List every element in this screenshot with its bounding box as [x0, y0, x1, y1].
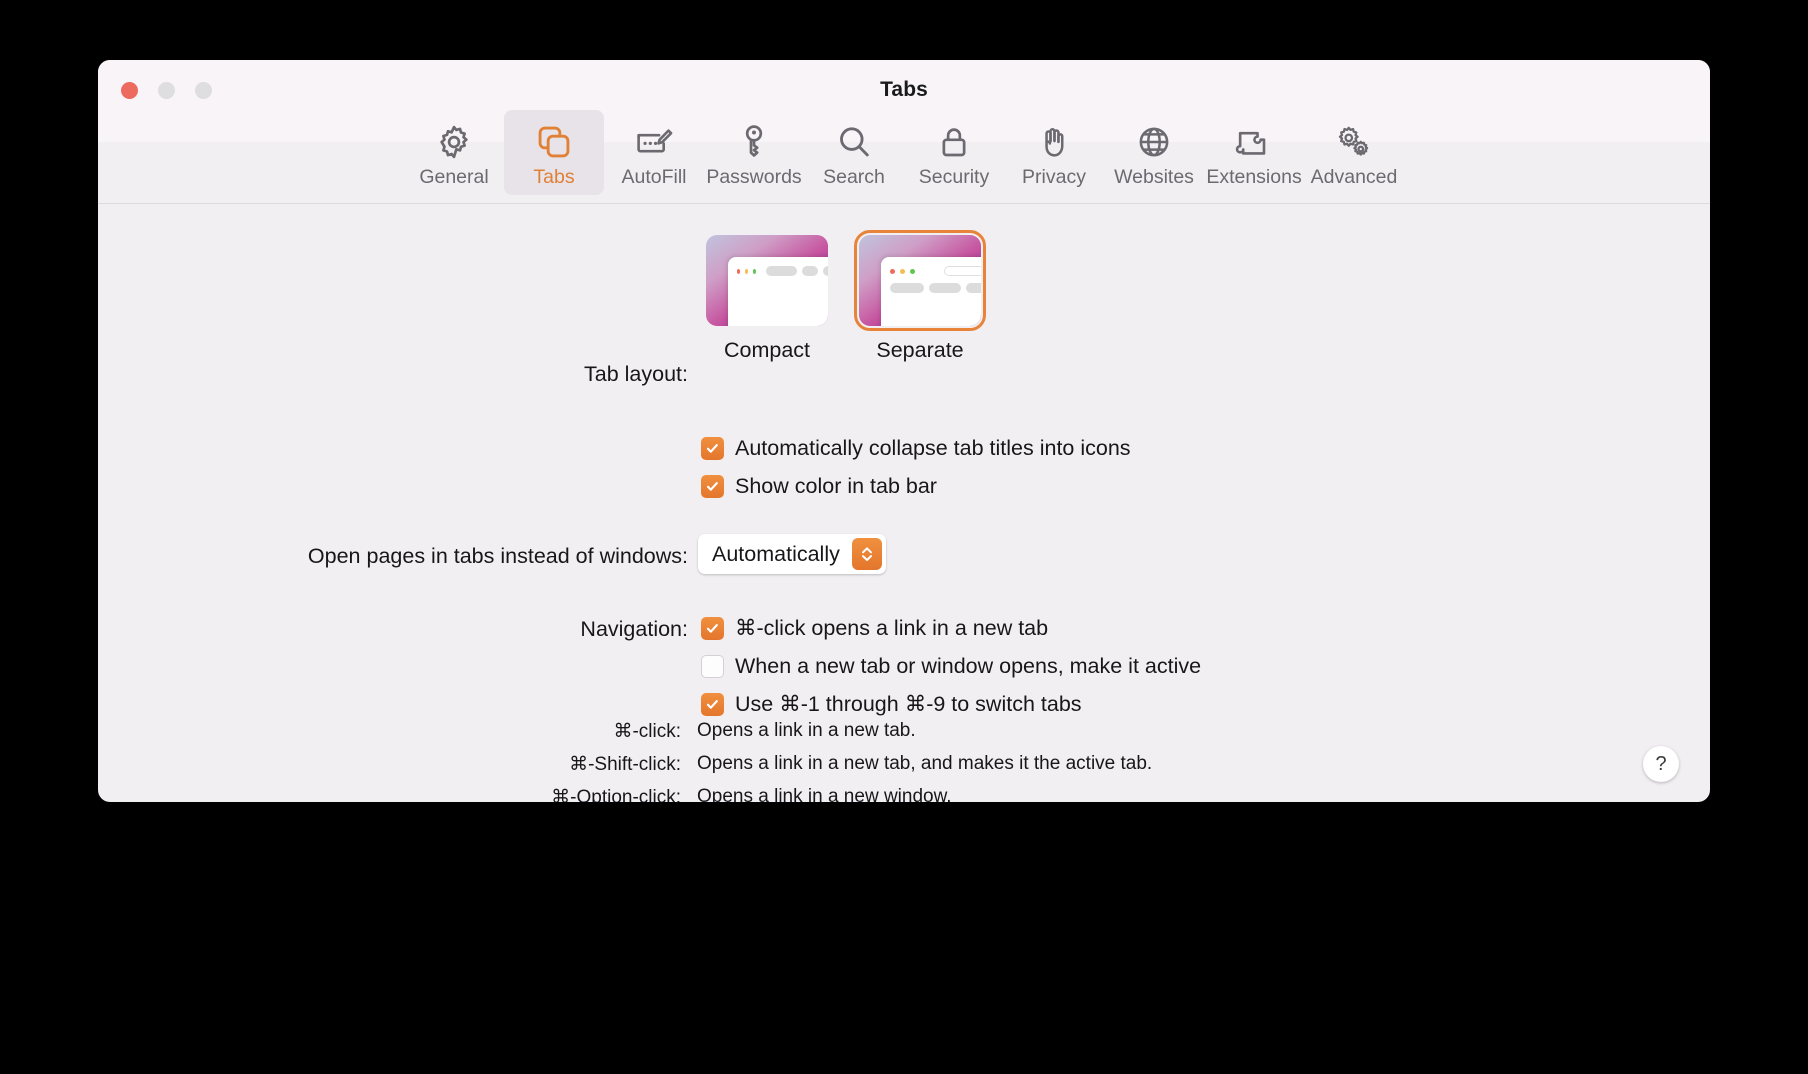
compact-preview-row: [737, 266, 828, 276]
page-title: Tabs: [880, 78, 928, 101]
search-icon: [835, 120, 873, 164]
open-pages-value: Automatically: [712, 541, 840, 566]
tab-extensions[interactable]: Extensions: [1204, 110, 1304, 195]
separate-preview[interactable]: [854, 230, 986, 331]
preview-minimize-dot: [745, 268, 749, 274]
shortcut-key: ⌘-Shift-click:: [569, 754, 681, 775]
tab-privacy[interactable]: Privacy: [1004, 110, 1104, 195]
lock-icon: [935, 120, 973, 164]
tab-layout-label: Tab layout:: [584, 362, 688, 386]
tab-security-label: Security: [918, 166, 990, 188]
separate-label: Separate: [876, 338, 964, 362]
compact-label: Compact: [723, 338, 811, 362]
preferences-window: Tabs General Tabs AutoFill Passwords Sea…: [98, 60, 1710, 802]
tab-extensions-label: Extensions: [1206, 166, 1302, 188]
help-button[interactable]: ?: [1643, 746, 1679, 782]
preview-tab-pill: [890, 283, 925, 293]
checkbox-box[interactable]: [701, 693, 724, 716]
preview-tab-pill: [766, 266, 798, 276]
tab-websites[interactable]: Websites: [1104, 110, 1204, 195]
open-pages-select[interactable]: Automatically: [698, 534, 886, 574]
preview-minimize-dot: [900, 268, 905, 274]
preview-zoom-dot: [910, 268, 915, 274]
key-icon: [735, 120, 773, 164]
preview-zoom-dot: [753, 268, 757, 274]
compact-preview-window: [728, 257, 828, 326]
separate-preview-window: [881, 257, 981, 326]
puzzle-icon: [1234, 120, 1274, 164]
checkbox-box[interactable]: [701, 475, 724, 498]
preferences-content: Tab layout: Compact Separate Automatical…: [98, 204, 1710, 802]
chevron-updown-icon[interactable]: [851, 538, 882, 570]
preview-tab-pill: [965, 283, 981, 293]
shortcut-description: Opens a link in a new window.: [697, 786, 952, 802]
checkbox-collapse-tab-titles[interactable]: Automatically collapse tab titles into i…: [701, 436, 1131, 461]
separate-preview-tab-row: [890, 283, 981, 293]
gear-icon: [435, 120, 473, 164]
gears-icon: [1334, 120, 1374, 164]
checkbox-cmd-number-switch-tabs[interactable]: Use ⌘-1 through ⌘-9 to switch tabs: [701, 692, 1082, 717]
tab-autofill-label: AutoFill: [621, 166, 687, 188]
tab-security[interactable]: Security: [904, 110, 1004, 195]
shortcut-reference-list: ⌘-click: Opens a link in a new tab. ⌘-Sh…: [398, 720, 1224, 802]
shortcut-row: ⌘-Option-click: Opens a link in a new wi…: [398, 786, 1224, 802]
preview-tab-pill: [802, 266, 818, 276]
checkbox-box[interactable]: [701, 437, 724, 460]
checkbox-show-color-in-tab-bar-label: Show color in tab bar: [735, 474, 937, 498]
tab-layout-option-separate[interactable]: Separate: [854, 230, 986, 363]
checkbox-box[interactable]: [701, 617, 724, 640]
tab-layout-options: Compact Separate: [706, 230, 986, 363]
checkbox-make-new-tab-active[interactable]: When a new tab or window opens, make it …: [701, 654, 1201, 679]
tab-passwords-label: Passwords: [706, 166, 802, 188]
tab-advanced-label: Advanced: [1310, 166, 1398, 188]
preferences-toolbar: General Tabs AutoFill Passwords Search S…: [98, 110, 1710, 200]
preview-tab-pill: [822, 266, 828, 276]
preview-close-dot: [737, 268, 741, 274]
help-button-label: ?: [1655, 752, 1667, 775]
shortcut-key: ⌘-click:: [613, 721, 681, 742]
navigation-label: Navigation:: [580, 617, 688, 641]
shortcut-key: ⌘-Option-click:: [551, 787, 681, 802]
globe-icon: [1135, 120, 1173, 164]
shortcut-row: ⌘-Shift-click: Opens a link in a new tab…: [398, 753, 1224, 776]
tab-advanced[interactable]: Advanced: [1304, 110, 1404, 195]
tab-search-label: Search: [823, 166, 885, 188]
checkbox-collapse-tab-titles-label: Automatically collapse tab titles into i…: [735, 436, 1131, 460]
tabs-icon: [535, 120, 573, 164]
hand-icon: [1035, 120, 1073, 164]
tab-autofill[interactable]: AutoFill: [604, 110, 704, 195]
preview-address-field: [944, 266, 981, 276]
preview-close-dot: [890, 268, 895, 274]
tab-passwords[interactable]: Passwords: [704, 110, 804, 195]
tab-tabs-label: Tabs: [533, 166, 575, 188]
shortcut-row: ⌘-click: Opens a link in a new tab.: [398, 720, 1224, 743]
tab-layout-option-compact[interactable]: Compact: [706, 235, 828, 363]
separate-preview-toolbar-row: [890, 266, 981, 276]
checkbox-cmd-click-new-tab[interactable]: ⌘-click opens a link in a new tab: [701, 616, 1048, 641]
preview-tab-pill: [929, 283, 961, 293]
tab-general-label: General: [419, 166, 489, 188]
tab-search[interactable]: Search: [804, 110, 904, 195]
checkbox-cmd-click-new-tab-label: ⌘-click opens a link in a new tab: [735, 616, 1049, 640]
shortcut-description: Opens a link in a new tab, and makes it …: [697, 753, 1153, 774]
checkbox-box[interactable]: [701, 655, 724, 678]
tab-general[interactable]: General: [404, 110, 504, 195]
tab-tabs[interactable]: Tabs: [504, 110, 604, 195]
compact-preview[interactable]: [706, 235, 828, 326]
open-pages-label: Open pages in tabs instead of windows:: [307, 544, 688, 568]
tab-websites-label: Websites: [1114, 166, 1194, 188]
checkbox-cmd-number-switch-tabs-label: Use ⌘-1 through ⌘-9 to switch tabs: [735, 692, 1082, 716]
tab-privacy-label: Privacy: [1022, 166, 1086, 188]
autofill-icon: [634, 120, 674, 164]
checkbox-make-new-tab-active-label: When a new tab or window opens, make it …: [735, 654, 1202, 678]
shortcut-description: Opens a link in a new tab.: [697, 720, 916, 741]
checkbox-show-color-in-tab-bar[interactable]: Show color in tab bar: [701, 474, 937, 499]
